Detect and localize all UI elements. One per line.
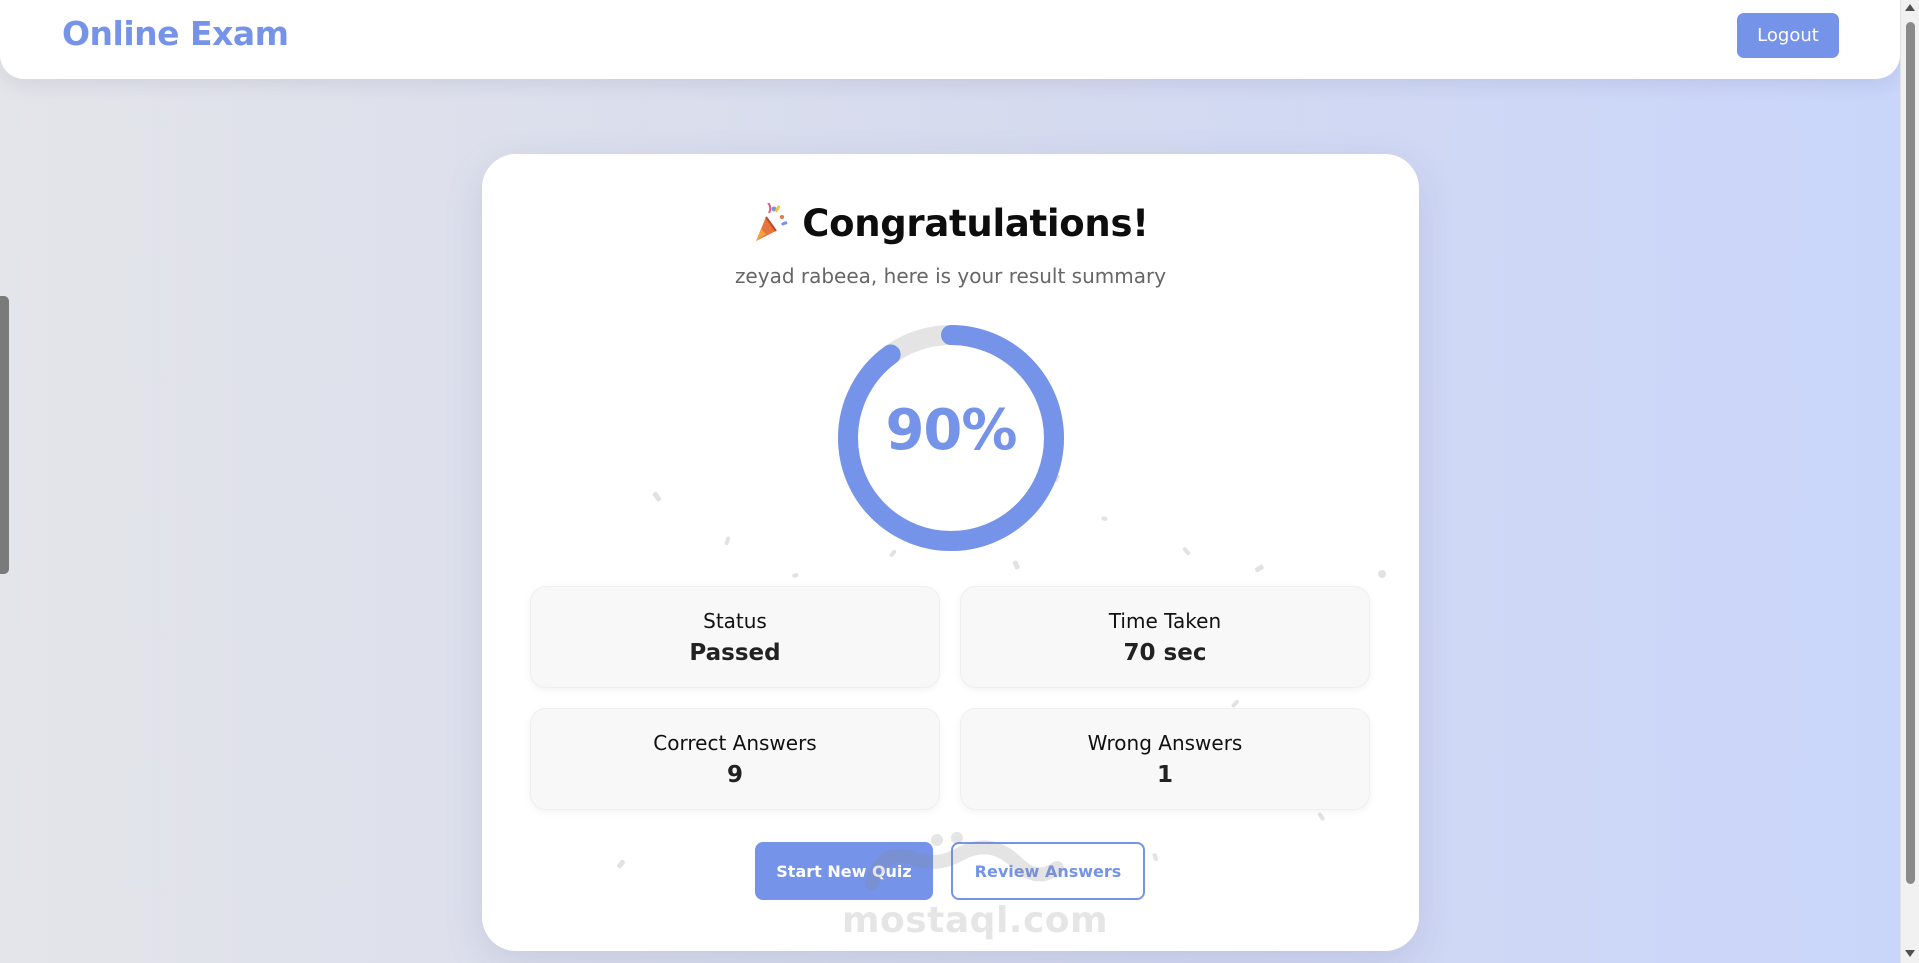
party-popper-icon xyxy=(756,203,788,241)
stat-label: Status xyxy=(703,609,767,633)
stat-label: Time Taken xyxy=(1108,609,1222,633)
stat-card-time-taken: Time Taken 70 sec xyxy=(960,586,1370,688)
stat-label: Wrong Answers xyxy=(1087,731,1243,755)
stat-card-status: Status Passed xyxy=(530,586,940,688)
side-drawer-handle[interactable] xyxy=(0,296,9,574)
stat-value: 70 sec xyxy=(1123,640,1207,666)
stat-card-correct-answers: Correct Answers 9 xyxy=(530,708,940,810)
watermark-text: mostaql.com xyxy=(842,900,1109,941)
stat-label: Correct Answers xyxy=(653,731,817,755)
page-scrollbar[interactable] xyxy=(1900,0,1919,963)
score-ring: 90% xyxy=(835,322,1067,554)
logout-button[interactable]: Logout xyxy=(1737,13,1839,58)
scroll-up-icon[interactable] xyxy=(1905,4,1915,11)
brand-logo[interactable]: Online Exam xyxy=(62,14,289,53)
watermark-logo xyxy=(865,832,1064,890)
score-percent: 90% xyxy=(885,398,1017,463)
stat-card-wrong-answers: Wrong Answers 1 xyxy=(960,708,1370,810)
stat-value: 1 xyxy=(1156,762,1173,788)
top-navbar: Online Exam Logout xyxy=(0,0,1900,79)
result-heading: Congratulations! xyxy=(482,198,1419,248)
scroll-down-icon[interactable] xyxy=(1905,950,1915,957)
congratulations-title: Congratulations! xyxy=(802,201,1149,245)
scroll-thumb[interactable] xyxy=(1906,22,1915,884)
stat-value: Passed xyxy=(689,640,781,666)
result-subtitle: zeyad rabeea, here is your result summar… xyxy=(734,264,1167,288)
mostaql-watermark: mostaql.com xyxy=(842,828,1109,941)
stat-value: 9 xyxy=(726,762,743,788)
